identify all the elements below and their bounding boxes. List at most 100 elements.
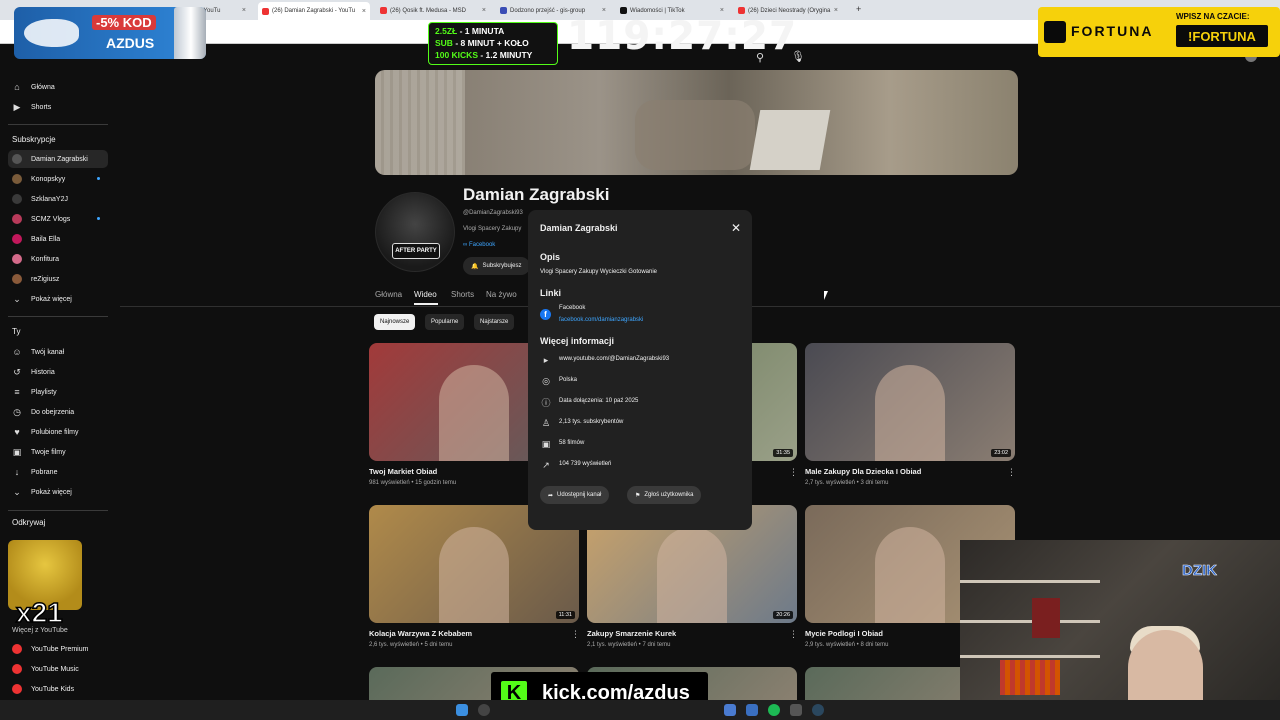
person-figure: [439, 527, 509, 623]
close-tab-icon[interactable]: ×: [242, 7, 246, 14]
channel-avatar-icon: [12, 254, 22, 264]
tab-wideo[interactable]: Wideo: [414, 290, 437, 299]
sidebar-item-label: Twoje filmy: [31, 448, 66, 456]
channel-avatar-icon: [12, 174, 22, 184]
spotify-icon[interactable]: [768, 704, 780, 716]
links-heading: Linki: [540, 288, 562, 298]
sort-chip[interactable]: Popularne: [425, 314, 465, 330]
tab-na-żywo[interactable]: Na żywo: [486, 290, 517, 299]
favicon-icon: [620, 7, 627, 14]
about-dialog: Damian Zagrabski ✕ Opis Vlogi Spacery Za…: [528, 210, 752, 530]
sidebar-item-label: Pokaż więcej: [31, 295, 72, 303]
trending-icon: ↗: [542, 459, 550, 470]
video-icon: ▣: [12, 446, 22, 457]
sidebar-item-channel[interactable]: SzklanaY2J: [8, 190, 108, 208]
sidebar-item-history[interactable]: ↺ Historia: [8, 363, 108, 381]
close-tab-icon[interactable]: ×: [720, 7, 724, 14]
sidebar-item-home[interactable]: ⌂ Główna: [8, 78, 108, 96]
search-icon[interactable]: [478, 704, 490, 716]
close-tab-icon[interactable]: ×: [834, 7, 838, 14]
youtube-app-icon: [12, 664, 22, 674]
sidebar-item-playlist[interactable]: ≡ Playlisty: [8, 383, 108, 401]
tab-shorts[interactable]: Shorts: [451, 290, 474, 299]
sidebar-item-label: Do obejrzenia: [31, 408, 75, 416]
you-heading[interactable]: Ty: [12, 327, 20, 336]
close-icon[interactable]: ✕: [731, 221, 741, 235]
tab-główna[interactable]: Główna: [375, 290, 402, 299]
kick-rule-text: - 1.2 MINUTY: [478, 50, 533, 60]
mouse-cursor: [824, 291, 828, 300]
dialog-title: Damian Zagrabski: [540, 223, 618, 233]
sidebar-item-youtube-app[interactable]: YouTube Premium: [8, 640, 108, 658]
favicon-icon: [262, 7, 269, 15]
more-options-icon[interactable]: ⋮: [789, 467, 798, 478]
info-text[interactable]: www.youtube.com/@DamianZagrabski93: [559, 356, 669, 362]
steam-icon[interactable]: [812, 704, 824, 716]
sidebar-item-download[interactable]: ↓ Pobrane: [8, 463, 108, 481]
app-icon[interactable]: [724, 704, 736, 716]
more-options-icon[interactable]: ⋮: [789, 629, 798, 640]
video-title[interactable]: Zakupy Smarzenie Kurek: [587, 629, 676, 638]
active-tab-underline: [414, 303, 438, 305]
sort-chip[interactable]: Najnowsze: [374, 314, 416, 330]
subscriptions-heading[interactable]: Subskrypcje: [12, 135, 56, 144]
sidebar-item-channel[interactable]: SCMZ Vlogs: [8, 210, 108, 228]
link-url[interactable]: facebook.com/damianzagrabski: [559, 317, 643, 323]
browser-tab[interactable]: (26) Qosik ft. Medusa - MSD ×: [376, 3, 490, 18]
sidebar-item-channel[interactable]: Konfitura: [8, 250, 108, 268]
sidebar-item-label: Pobrane: [31, 468, 58, 476]
sort-chip[interactable]: Najstarsze: [474, 314, 515, 330]
new-tab-button[interactable]: +: [856, 4, 861, 14]
flag-icon: ⚑: [635, 492, 641, 499]
sidebar-item-watch-later[interactable]: ◷ Do obejrzenia: [8, 403, 108, 421]
sidebar-item-shorts[interactable]: ▶ Shorts: [8, 98, 108, 116]
browser-tab-label: (26) Qosik ft. Medusa - MSD: [390, 7, 467, 14]
sidebar-item-channel[interactable]: Konopskyy: [8, 170, 108, 188]
sidebar-item-video[interactable]: ▣ Twoje filmy: [8, 443, 108, 461]
browser-tab[interactable]: (26) Damian Zagrabski - YouTu ×: [258, 2, 370, 20]
video-meta: 2,9 tys. wyświetleń • 8 dni temu: [805, 642, 889, 648]
sidebar-item-label: Historia: [31, 368, 55, 376]
video-title[interactable]: Male Zakupy Dla Dziecka I Obiad: [805, 467, 921, 476]
globe-link-icon: ▸: [543, 354, 549, 365]
kick-rule-line: 2.5ZŁ - 1 MINUTA: [435, 26, 504, 36]
sidebar-item-label: YouTube Music: [31, 665, 79, 673]
video-thumbnail[interactable]: 23:02: [805, 343, 1015, 461]
video-title[interactable]: Twoj Markiet Obiad: [369, 467, 437, 476]
terminal-icon[interactable]: [790, 704, 802, 716]
more-options-icon[interactable]: ⋮: [1007, 467, 1016, 478]
close-tab-icon[interactable]: ×: [482, 7, 486, 14]
channel-link-label[interactable]: Facebook: [469, 242, 495, 248]
subscribe-button[interactable]: 🔔 Subskrybujesz: [463, 257, 530, 275]
new-content-dot: [97, 177, 100, 180]
sidebar-item-label: Twój kanał: [31, 348, 65, 356]
sidebar-item-account[interactable]: ☺ Twój kanał: [8, 343, 108, 361]
sidebar-item-channel[interactable]: Baila Ella: [8, 230, 108, 248]
share-channel-button[interactable]: ➦ Udostępnij kanał: [540, 486, 610, 504]
channel-link[interactable]: ∞ Facebook: [463, 242, 495, 248]
fortuna-code: !FORTUNA: [1176, 25, 1268, 47]
sidebar-item-like[interactable]: ♥ Polubione filmy: [8, 423, 108, 441]
sidebar-item-youtube-app[interactable]: YouTube Music: [8, 660, 108, 678]
report-user-label: Zgłoś użytkownika: [644, 492, 694, 498]
file-explorer-icon[interactable]: [746, 704, 758, 716]
channel-banner: [375, 70, 1018, 175]
video-duration: 20:26: [773, 611, 793, 619]
energy-drink-can: [174, 7, 206, 59]
history-icon: ↺: [13, 366, 21, 377]
sidebar-item-channel[interactable]: reZigiusz: [8, 270, 108, 288]
close-tab-icon[interactable]: ×: [362, 8, 366, 15]
sidebar-item-youtube-app[interactable]: YouTube Kids: [8, 680, 108, 698]
video-title[interactable]: Kolacja Warzywa Z Kebabem: [369, 629, 472, 638]
sidebar-item-chevron-down[interactable]: ⌄ Pokaż więcej: [8, 483, 108, 501]
sidebar-item-show-more[interactable]: ⌄ Pokaż więcej: [8, 290, 108, 308]
report-user-button[interactable]: ⚑ Zgłoś użytkownika: [627, 486, 702, 504]
channel-avatar-icon: [12, 274, 22, 284]
more-options-icon[interactable]: ⋮: [571, 629, 580, 640]
video-title[interactable]: Mycie Podlogi I Obiad: [805, 629, 883, 638]
close-tab-icon[interactable]: ×: [602, 7, 606, 14]
channel-description[interactable]: Vlogi Spacery Zakupy: [463, 226, 521, 232]
sidebar-item-label: Konfitura: [31, 255, 60, 263]
sidebar-item-channel[interactable]: Damian Zagrabski: [8, 150, 108, 168]
windows-start-icon[interactable]: [456, 704, 468, 716]
